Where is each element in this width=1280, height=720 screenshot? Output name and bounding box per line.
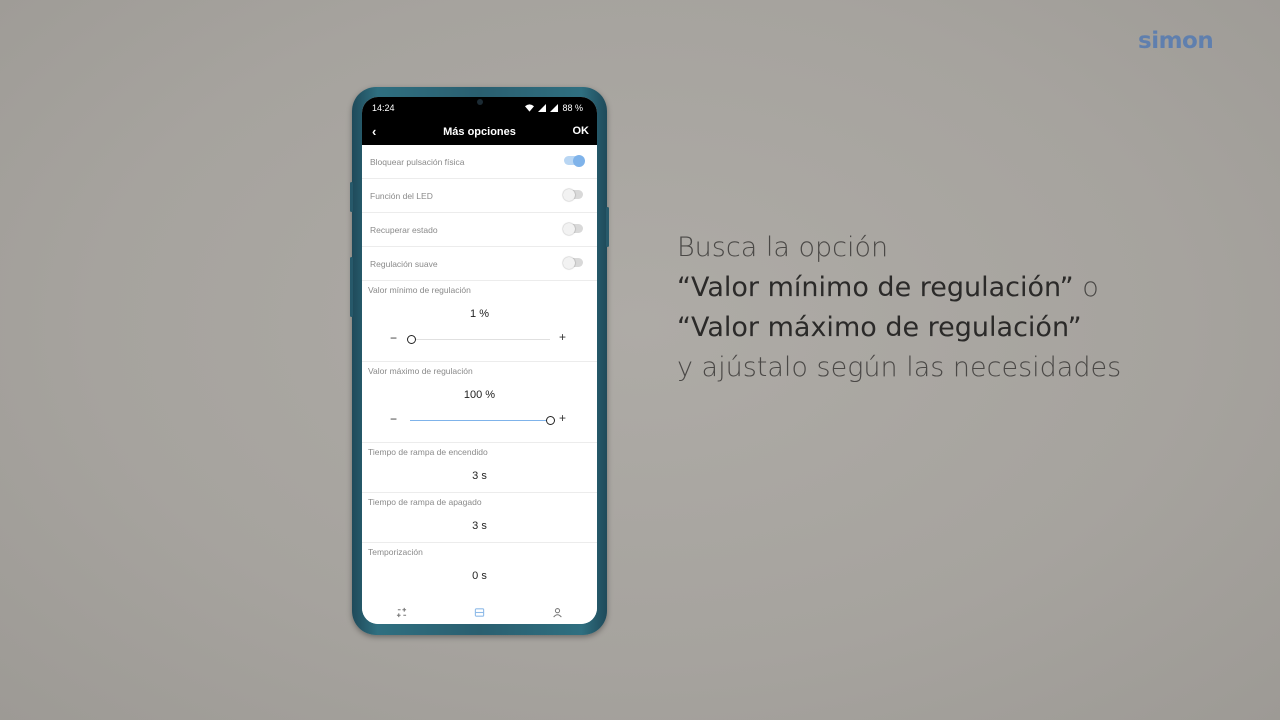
setting-label: Regulación suave: [370, 258, 438, 269]
ramp-off-block[interactable]: Tiempo de rampa de apagado 3 s: [362, 493, 597, 543]
app-bar: ‹ Más opciones OK: [362, 119, 597, 145]
devices-icon[interactable]: [393, 604, 409, 620]
timer-block[interactable]: Temporización 0 s: [362, 543, 597, 592]
min-level-label: Valor mínimo de regulación: [368, 285, 471, 295]
status-time: 14:24: [372, 103, 395, 113]
ramp-on-block[interactable]: Tiempo de rampa de encendido 3 s: [362, 443, 597, 493]
slider-track[interactable]: [410, 339, 550, 340]
setting-label: Recuperar estado: [370, 224, 438, 235]
status-bar: 14:24 88 %: [362, 97, 597, 119]
caption-line-2: “Valor mínimo de regulación” o: [677, 268, 1237, 308]
min-level-value: 1 %: [470, 308, 489, 320]
caption-min-option: “Valor mínimo de regulación”: [677, 272, 1074, 303]
ramp-off-value: 3 s: [472, 520, 487, 532]
battery-level: 88 %: [562, 103, 583, 113]
rooms-icon[interactable]: [471, 604, 487, 620]
setting-label: Bloquear pulsación física: [370, 156, 465, 167]
max-level-label: Valor máximo de regulación: [368, 366, 473, 376]
profile-icon[interactable]: [550, 604, 566, 620]
phone-frame: 14:24 88 % ‹ Más opciones OK Bloquear pu…: [350, 87, 609, 635]
setting-row-bloquear: Bloquear pulsación física: [362, 145, 597, 179]
max-level-slider-block: Valor máximo de regulación 100 % − +: [362, 362, 597, 443]
caption-line-1: Busca la opción: [677, 232, 889, 263]
caption-max-option: “Valor máximo de regulación”: [677, 312, 1082, 343]
wifi-icon: [525, 104, 535, 112]
slider-thumb[interactable]: [406, 335, 416, 344]
front-camera: [477, 99, 483, 105]
caption-or: o: [1073, 272, 1099, 303]
toggle-knob: [563, 222, 575, 235]
decrease-button[interactable]: −: [390, 412, 397, 426]
increase-button[interactable]: +: [559, 411, 566, 425]
setting-row-regulacion: Regulación suave: [362, 247, 597, 281]
setting-label: Función del LED: [370, 190, 433, 201]
timer-value: 0 s: [472, 570, 487, 582]
timer-label: Temporización: [368, 547, 423, 557]
power-button: [606, 207, 609, 247]
toggle-switch[interactable]: [564, 154, 585, 167]
chevron-left-icon[interactable]: ‹: [372, 124, 376, 139]
slider-fill: [410, 420, 550, 421]
ramp-on-value: 3 s: [472, 470, 487, 482]
signal-icon: [550, 104, 559, 112]
increase-button[interactable]: +: [559, 330, 566, 344]
status-icons: 88 %: [525, 103, 583, 113]
setting-row-led: Función del LED: [362, 179, 597, 213]
simon-logo: simon: [1138, 28, 1214, 54]
setting-row-recuperar: Recuperar estado: [362, 213, 597, 247]
settings-list: Bloquear pulsación física Función del LE…: [362, 145, 597, 592]
page-title: Más opciones: [443, 126, 516, 138]
bottom-navigation: [362, 600, 597, 624]
slider-thumb[interactable]: [545, 416, 555, 425]
max-level-value: 100 %: [463, 389, 496, 401]
toggle-switch[interactable]: [563, 256, 583, 269]
toggle-switch[interactable]: [563, 222, 583, 235]
toggle-knob: [563, 256, 575, 269]
ramp-off-label: Tiempo de rampa de apagado: [368, 497, 482, 507]
min-level-slider-block: Valor mínimo de regulación 1 % − +: [362, 281, 597, 362]
toggle-switch[interactable]: [563, 188, 583, 201]
ok-button[interactable]: OK: [573, 125, 590, 137]
ramp-on-label: Tiempo de rampa de encendido: [368, 447, 488, 457]
toggle-knob: [563, 188, 575, 201]
signal-icon: [538, 104, 547, 112]
decrease-button[interactable]: −: [390, 331, 397, 345]
instruction-caption: Busca la opción “Valor mínimo de regulac…: [677, 228, 1237, 388]
volume-up-button: [350, 182, 353, 212]
caption-line-4: y ajústalo según las necesidades: [677, 352, 1122, 383]
slider-track[interactable]: [410, 420, 550, 421]
phone-screen: 14:24 88 % ‹ Más opciones OK Bloquear pu…: [362, 97, 597, 624]
toggle-knob: [573, 154, 585, 167]
volume-down-button: [350, 257, 353, 317]
